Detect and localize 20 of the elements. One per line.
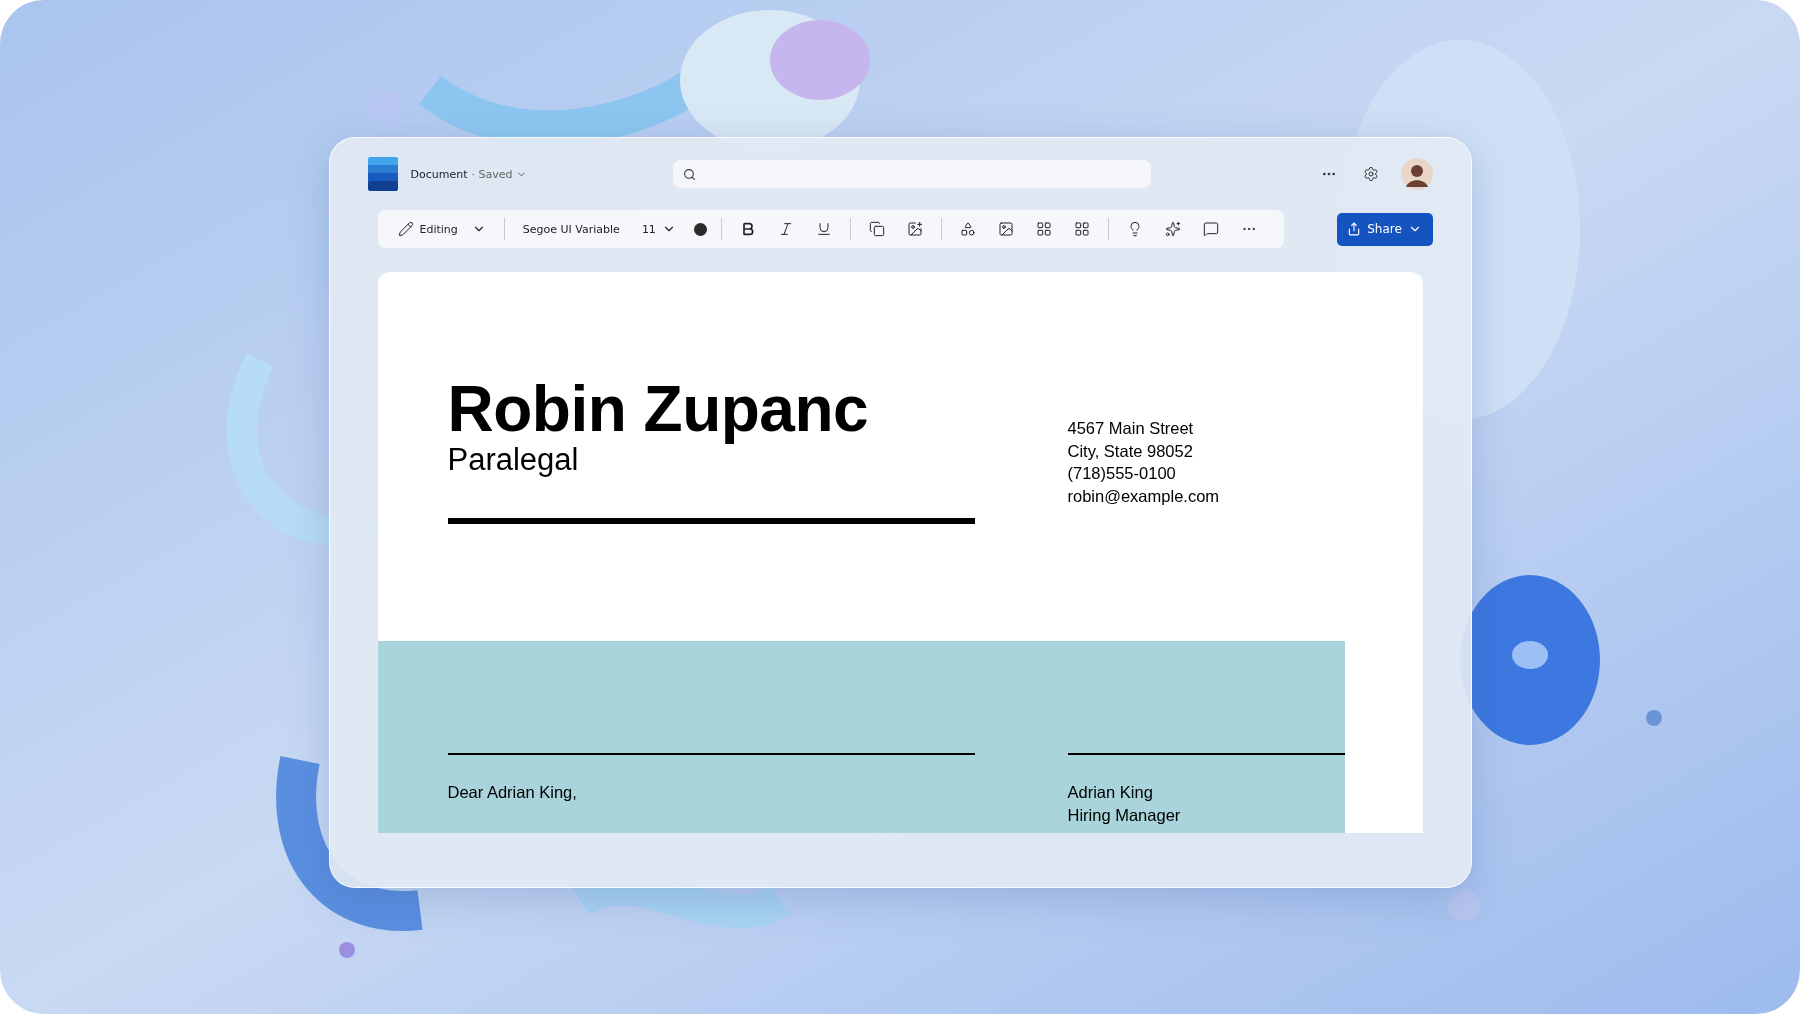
document-title[interactable]: Document [410, 167, 468, 181]
contact-line: robin@example.com [1067, 485, 1221, 507]
font-family-button[interactable]: Segoe UI Variable [512, 214, 630, 244]
contact-line: (718)555-0100 [1067, 463, 1177, 484]
font-size-button[interactable]: 11 [631, 214, 686, 244]
document-app-icon [367, 157, 398, 191]
share-button[interactable]: Share [1336, 212, 1433, 246]
salutation: Dear Adrian King, [447, 782, 578, 803]
user-avatar[interactable] [1400, 158, 1433, 190]
contact-line: City, State 98052 [1067, 440, 1194, 462]
search-field[interactable] [673, 160, 1152, 188]
share-icon [1347, 222, 1362, 236]
recipient-line: Hiring Manager [1067, 804, 1182, 826]
font-color-icon[interactable] [693, 222, 707, 236]
recipient-line: Adrian King [1067, 782, 1154, 803]
search-icon [683, 167, 697, 181]
editing-mode-button[interactable]: Editing [387, 214, 496, 244]
save-status: · Saved [471, 167, 513, 181]
pencil-icon [397, 221, 414, 237]
contact-line: 4567 Main Street [1067, 418, 1195, 439]
